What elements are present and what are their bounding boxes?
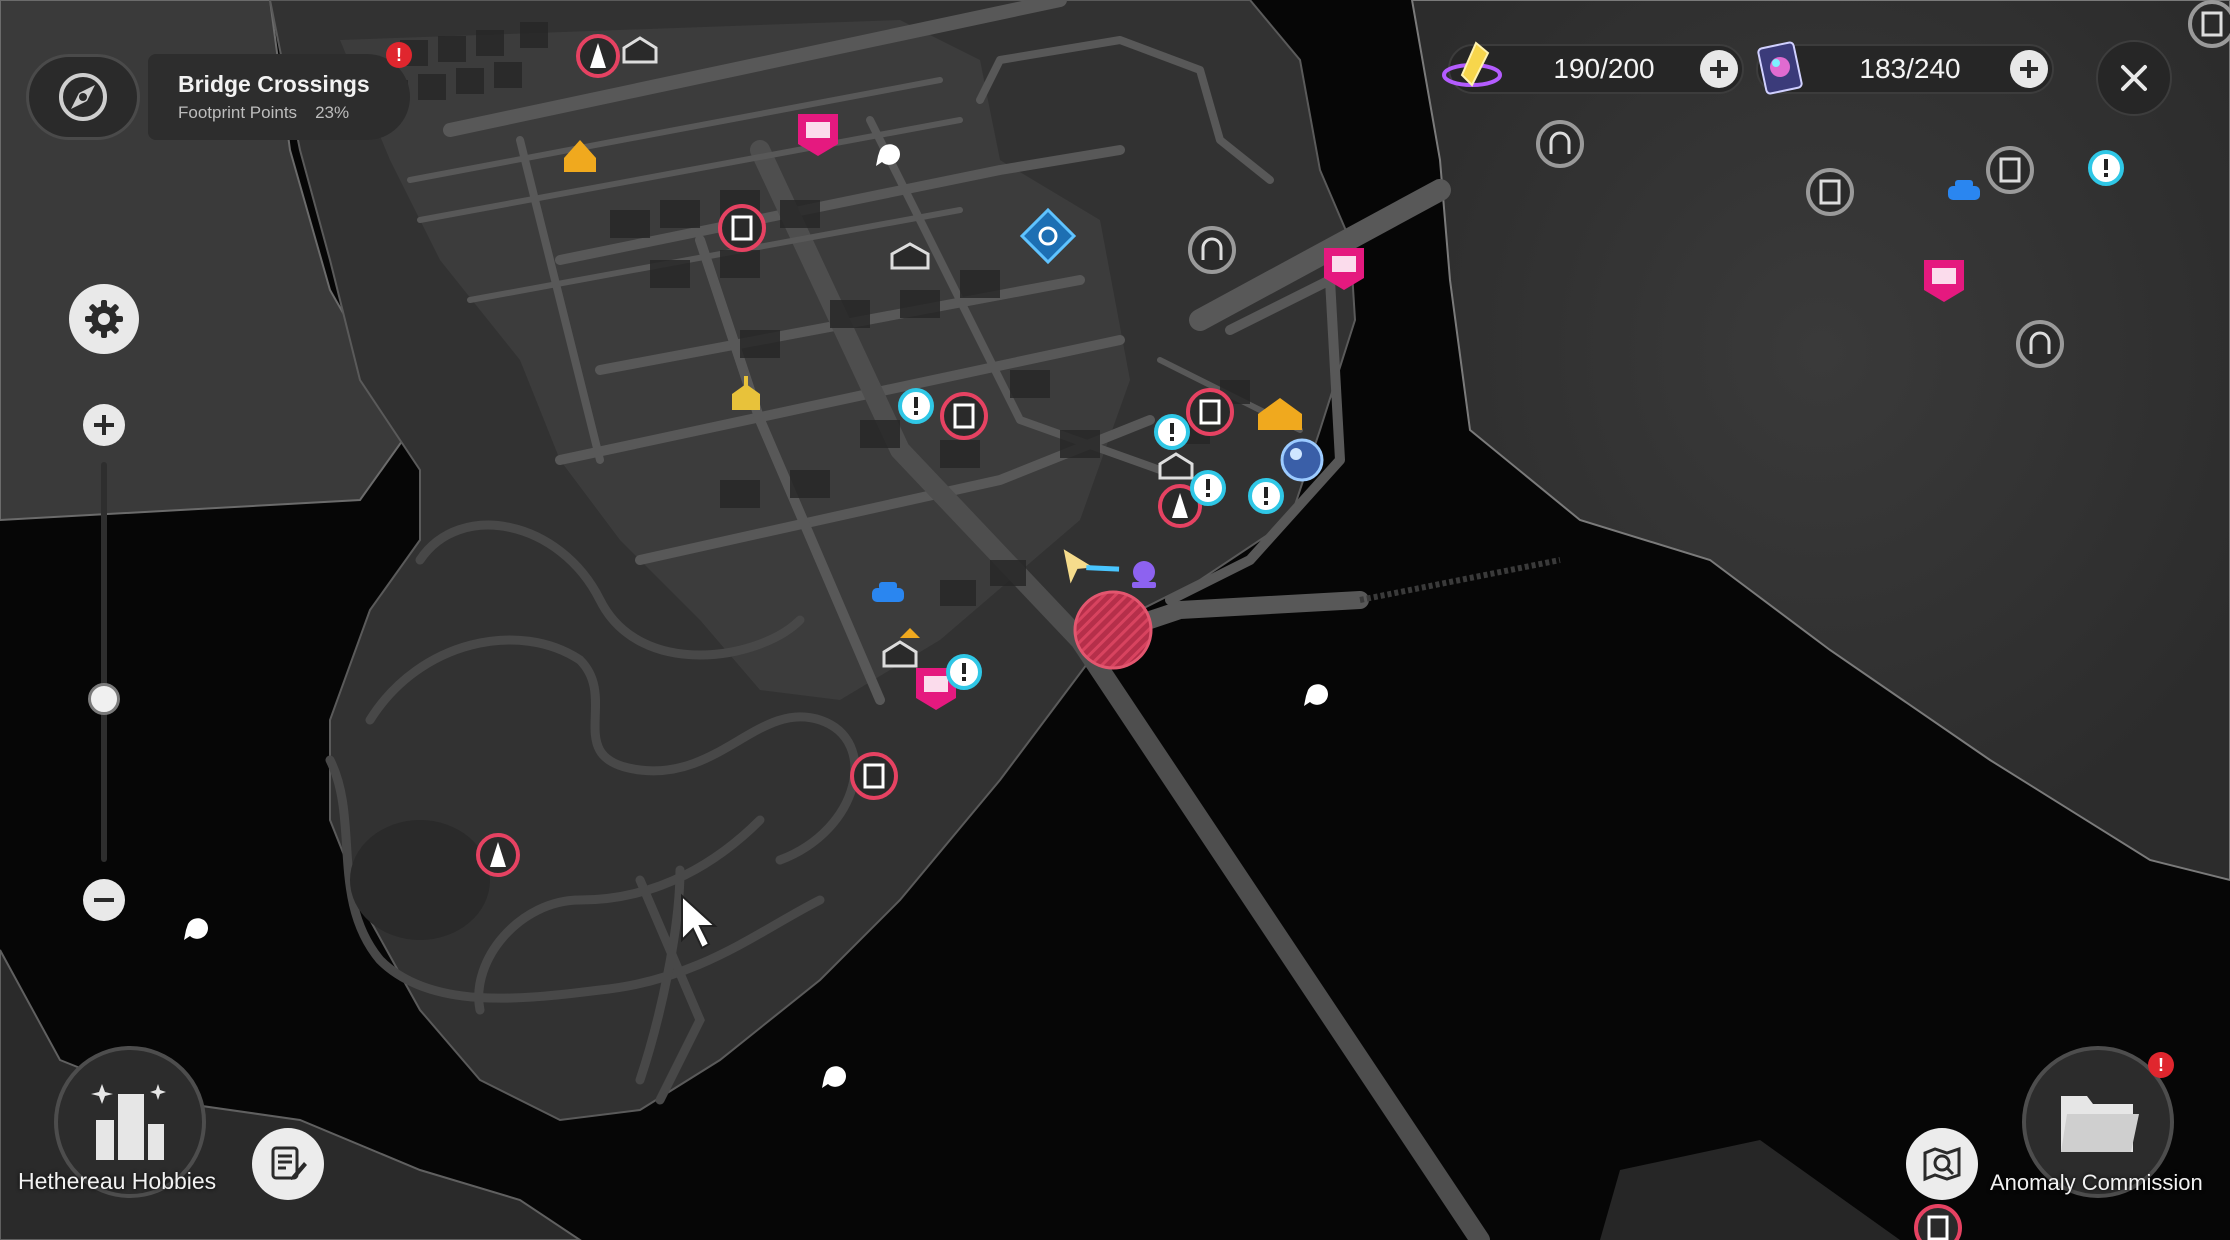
gate-marker-icon[interactable]: [1536, 120, 1584, 168]
region-alert-badge: !: [386, 42, 412, 68]
tower-marker-icon[interactable]: [576, 34, 620, 78]
plus-icon: [94, 415, 114, 435]
quest-marker-icon[interactable]: [898, 388, 934, 424]
plus-icon: [2020, 60, 2038, 78]
plus-icon: [1710, 60, 1728, 78]
locker-marker-icon[interactable]: [940, 392, 988, 440]
land-northeast: [1410, 0, 2230, 882]
zoom-in-button[interactable]: [83, 404, 125, 446]
map-search-icon: [1923, 1146, 1961, 1182]
locker-marker-icon[interactable]: [850, 752, 898, 800]
footprint-points-value: 23%: [315, 103, 350, 122]
notes-button[interactable]: [252, 1128, 324, 1200]
notepad-icon: [271, 1146, 307, 1180]
settings-button[interactable]: [69, 284, 139, 354]
zoom-slider-track[interactable]: [101, 462, 107, 862]
gate-marker-icon[interactable]: [2016, 320, 2064, 368]
tower-marker-icon[interactable]: [476, 833, 520, 877]
anomaly-commission-label: Anomaly Commission: [1990, 1170, 2203, 1195]
quest-marker-icon[interactable]: [2088, 150, 2124, 186]
hethereau-hobbies-label: Hethereau Hobbies: [18, 1168, 217, 1194]
gate-marker-icon[interactable]: [1188, 226, 1236, 274]
land-south: [1600, 1140, 1900, 1240]
region-info: Bridge Crossings Footprint Points 23% !: [148, 42, 412, 140]
anomaly-alert-badge: !: [2148, 1052, 2174, 1078]
locker-marker-icon[interactable]: [2188, 0, 2230, 48]
map-search-button[interactable]: [1906, 1128, 1978, 1200]
energy-resource: 190/200: [1442, 41, 1744, 94]
quest-marker-icon[interactable]: [1154, 414, 1190, 450]
locker-marker-icon[interactable]: [1186, 388, 1234, 436]
gear-icon: [85, 300, 123, 338]
locker-marker-icon[interactable]: [718, 204, 766, 252]
card-pack-icon: [1757, 41, 1803, 95]
energy-value: 190/200: [1553, 53, 1655, 84]
fish-spot-marker-icon[interactable]: [184, 918, 208, 940]
footprint-points: Footprint Points 23%: [178, 103, 380, 123]
quest-marker-icon[interactable]: [1190, 470, 1226, 506]
minus-icon: [94, 898, 114, 902]
world-map[interactable]: [0, 0, 2230, 1240]
compass-button[interactable]: [26, 54, 140, 140]
quest-marker-icon[interactable]: [1248, 478, 1284, 514]
locker-marker-icon[interactable]: [1806, 168, 1854, 216]
zoom-out-button[interactable]: [83, 879, 125, 921]
energy-crystal-icon: [1442, 41, 1502, 87]
npc-marker-icon[interactable]: [1132, 561, 1156, 588]
target-zone-marker[interactable]: [1073, 590, 1153, 670]
fish-spot-marker-icon[interactable]: [1304, 684, 1328, 706]
card-add-button[interactable]: [2010, 50, 2048, 88]
region-name: Bridge Crossings: [178, 71, 370, 97]
footprint-points-label: Footprint Points: [178, 103, 298, 122]
compass-icon: [59, 73, 107, 121]
close-map-button[interactable]: [2096, 40, 2172, 116]
zoom-slider-handle[interactable]: [88, 683, 120, 715]
folder-icon: [2061, 1096, 2139, 1152]
city-buildings-icon: [91, 1084, 166, 1160]
locker-marker-icon[interactable]: [1986, 146, 2034, 194]
card-resource: 183/240: [1756, 41, 2054, 95]
region-card[interactable]: Bridge Crossings Footprint Points 23% !: [26, 42, 412, 140]
fish-spot-marker-icon[interactable]: [822, 1066, 846, 1088]
locker-marker-icon[interactable]: [1914, 1204, 1962, 1240]
card-value: 183/240: [1859, 53, 1961, 84]
quest-marker-icon[interactable]: [946, 654, 982, 690]
orb-marker-icon[interactable]: [1280, 438, 1324, 482]
energy-add-button[interactable]: [1700, 50, 1738, 88]
close-icon: [2121, 65, 2147, 91]
